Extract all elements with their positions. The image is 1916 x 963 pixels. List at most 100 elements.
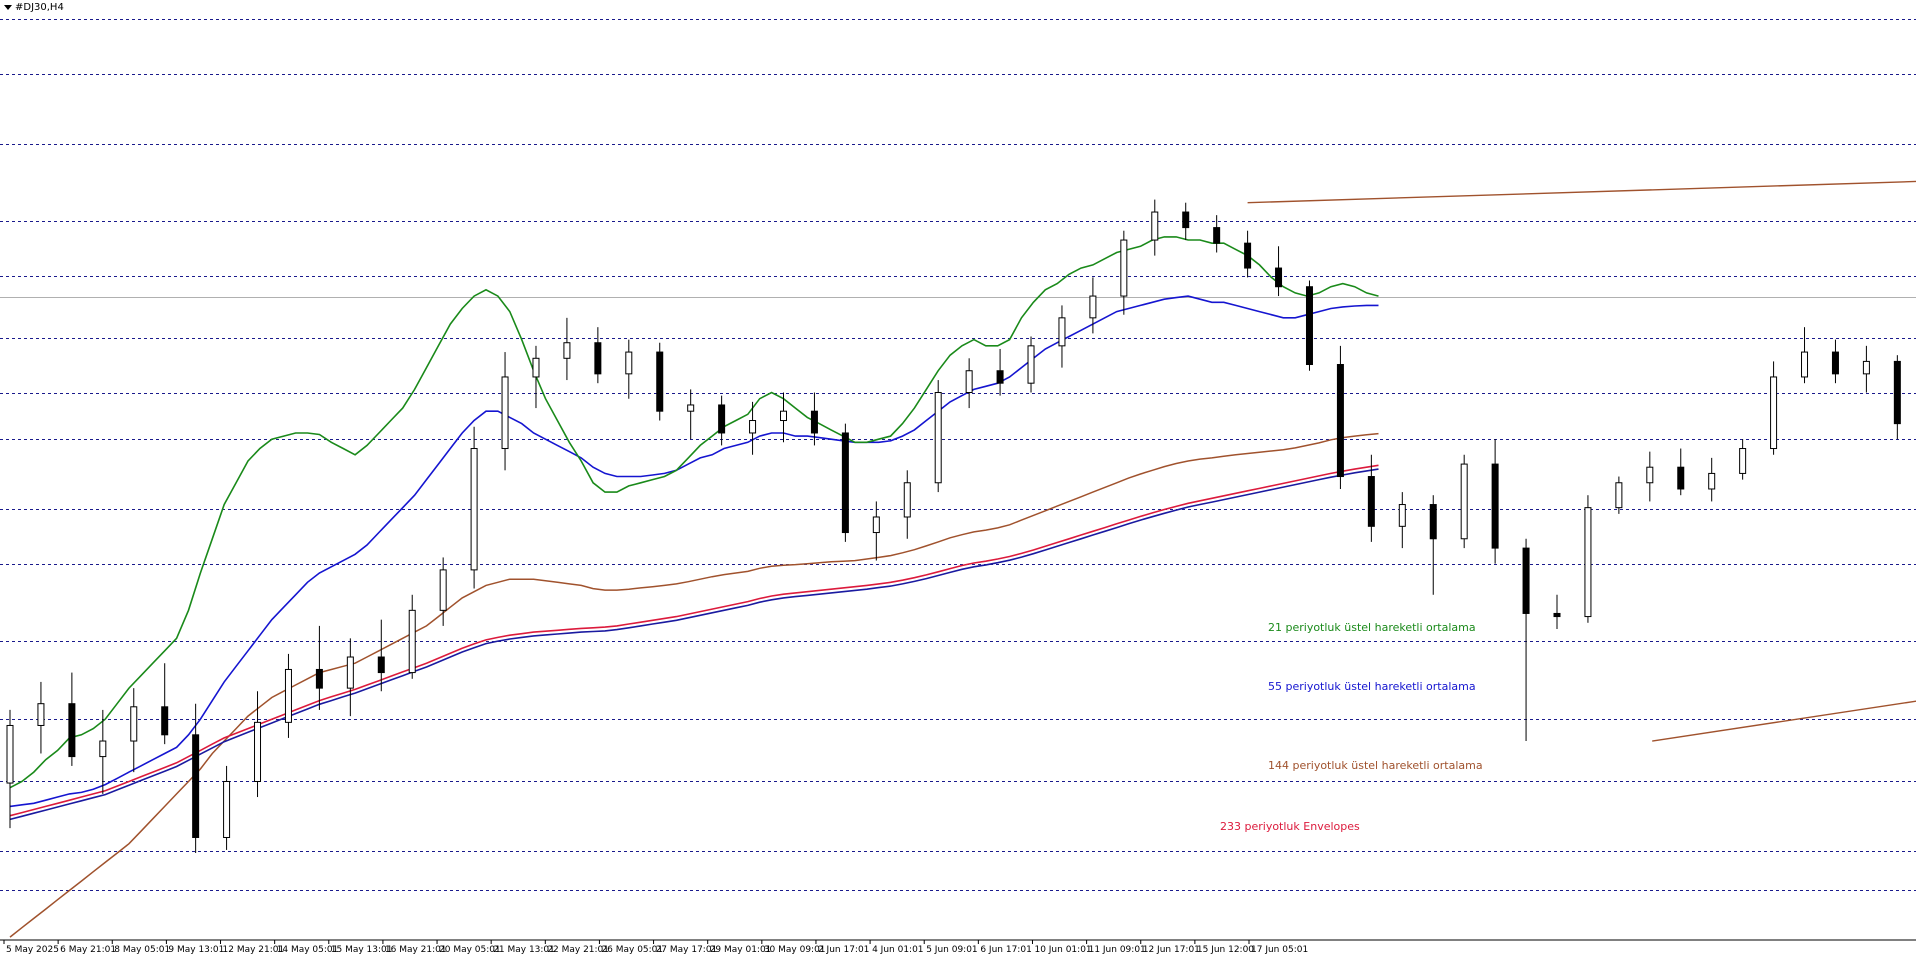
candle-body — [996, 370, 1004, 384]
candle-body — [192, 734, 200, 838]
envelopes233-line — [9, 464, 1379, 817]
candle-body — [1677, 466, 1685, 490]
candle-body — [934, 392, 942, 484]
candle-body — [625, 351, 633, 375]
time-tick-label: 6 May 21:01 — [60, 945, 116, 955]
candle-body — [1770, 376, 1778, 450]
time-tick-label: 20 May 05:01 — [439, 945, 501, 955]
candle-body — [965, 370, 973, 394]
candle-body — [99, 740, 107, 758]
time-tick-label: 21 May 13:01 — [493, 945, 555, 955]
candle-body — [1213, 227, 1221, 244]
candle-body — [872, 516, 880, 534]
candle-body — [130, 706, 138, 742]
candle-body — [1120, 239, 1128, 297]
candle-body — [1336, 364, 1344, 478]
ema144-line — [9, 432, 1379, 938]
candle-body — [1305, 286, 1313, 366]
moving-averages-layer — [9, 236, 1379, 938]
time-tick-label: 12 May 21:01 — [223, 945, 285, 955]
candle-body — [1862, 360, 1870, 375]
time-tick-label: 9 May 13:01 — [168, 945, 224, 955]
ema55-annotation: 55 periyotluk üstel hareketli ortalama — [1268, 680, 1476, 693]
candle-body — [1398, 504, 1406, 527]
candle-body — [1244, 242, 1252, 269]
candle-body — [1182, 211, 1190, 229]
time-tick-label: 11 Jun 09:01 — [1089, 945, 1146, 955]
candle-body — [810, 410, 818, 434]
candle-body — [1460, 463, 1468, 540]
envelopes233-lower-line — [9, 468, 1379, 821]
candle-body — [1275, 267, 1283, 288]
candle-body — [315, 668, 323, 689]
candle-body — [1584, 507, 1592, 618]
candle-body — [1801, 351, 1809, 378]
candle-body — [1831, 351, 1839, 375]
time-tick-label: 29 May 01:01 — [710, 945, 772, 955]
candle-body — [1522, 547, 1530, 614]
candle-body — [37, 703, 45, 726]
candle-body — [1367, 476, 1375, 527]
candle-body — [532, 357, 540, 378]
ema55-line — [9, 295, 1379, 808]
trendline-2[interactable] — [1652, 299, 1916, 742]
time-tick-label: 2 Jun 17:01 — [818, 945, 869, 955]
price-chart[interactable]: 4345743347432374312743017429074279742687… — [0, 0, 1916, 963]
candle-body — [223, 780, 231, 838]
candle-body — [501, 376, 509, 450]
candles-layer — [6, 199, 1901, 854]
candle-body — [6, 724, 14, 784]
candle-body — [1027, 345, 1035, 384]
candle-body — [346, 656, 354, 689]
candle-body — [470, 448, 478, 571]
candle-body — [377, 656, 385, 674]
candle-body — [1893, 360, 1901, 425]
ema21-annotation: 21 periyotluk üstel hareketli ortalama — [1268, 621, 1476, 634]
candle-body — [284, 668, 292, 723]
candle-body — [439, 569, 447, 611]
ema21-line — [9, 236, 1379, 789]
candle-body — [749, 420, 757, 434]
candle-body — [1151, 211, 1159, 241]
candle-body — [1058, 317, 1066, 347]
candle-body — [718, 404, 726, 434]
time-tick-label: 27 May 17:01 — [656, 945, 718, 955]
candle-body — [903, 482, 911, 518]
candle-body — [841, 432, 849, 534]
time-tick-label: 10 Jun 01:01 — [1034, 945, 1091, 955]
candle-body — [1429, 504, 1437, 540]
time-tick-label: 8 May 05:01 — [114, 945, 170, 955]
candle-body — [1553, 612, 1561, 618]
candle-body — [656, 351, 664, 412]
candle-body — [1646, 466, 1654, 484]
time-tick-label: 14 May 05:01 — [277, 945, 339, 955]
candle-body — [687, 404, 695, 412]
candle-body — [1089, 295, 1097, 319]
time-tick-label: 12 Jun 17:01 — [1143, 945, 1200, 955]
annotations-layer: 21 periyotluk üstel hareketli ortalama 5… — [1220, 621, 1483, 833]
time-tick-label: 6 Jun 17:01 — [980, 945, 1031, 955]
time-tick-label: 5 Jun 09:01 — [926, 945, 977, 955]
time-tick-label: 17 Jun 05:01 — [1251, 945, 1308, 955]
candle-body — [408, 609, 416, 674]
time-tick-label: 5 May 2025 — [6, 945, 59, 955]
time-tick-label: 15 Jun 12:00 — [1197, 945, 1254, 955]
candle-body — [254, 721, 262, 782]
time-tick-label: 22 May 21:01 — [547, 945, 609, 955]
time-tick-label: 15 May 13:01 — [331, 945, 393, 955]
candle-body — [1491, 463, 1499, 549]
candle-body — [563, 342, 571, 359]
candle-body — [1615, 482, 1623, 509]
candle-body — [1708, 472, 1716, 490]
candle-body — [780, 410, 787, 422]
trendline-1[interactable] — [1247, 97, 1916, 204]
candle-body — [594, 342, 602, 375]
env233-annotation: 233 periyotluk Envelopes — [1220, 820, 1360, 833]
candle-body — [161, 706, 169, 736]
candle-body — [1739, 448, 1747, 474]
candle-body — [68, 703, 76, 758]
time-tick-label: 26 May 05:01 — [601, 945, 663, 955]
time-tick-label: 16 May 21:01 — [385, 945, 447, 955]
ema144-annotation: 144 periyotluk üstel hareketli ortalama — [1268, 759, 1483, 772]
time-tick-label: 4 Jun 01:01 — [872, 945, 923, 955]
